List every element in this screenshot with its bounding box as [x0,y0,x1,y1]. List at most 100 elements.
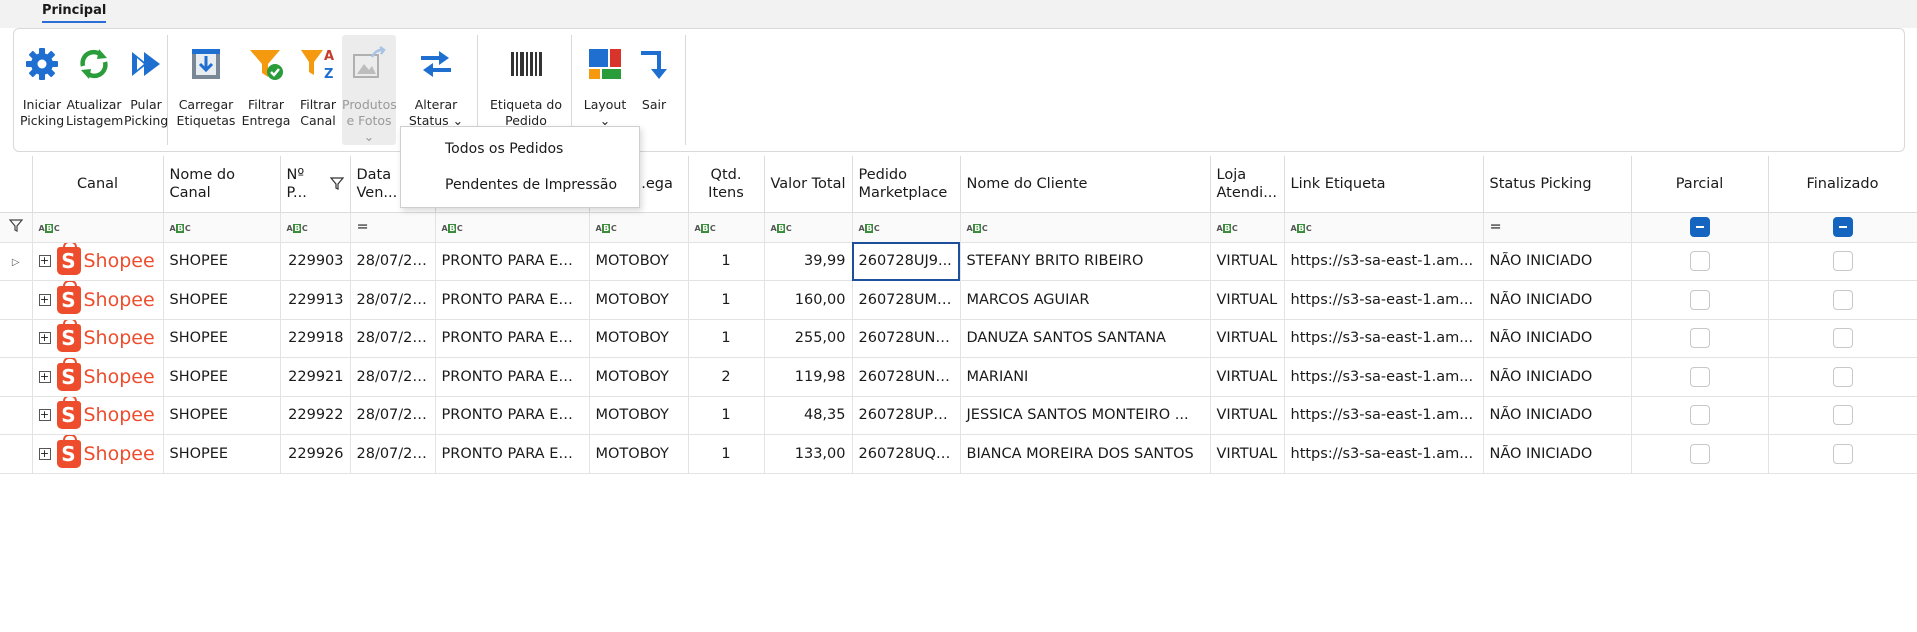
cell-qtd[interactable]: 1 [688,319,765,358]
cell-cliente[interactable]: DANUZA SANTOS SANTANA [960,319,1211,358]
cell-finalizado[interactable] [1768,434,1917,474]
cell-canal-logo[interactable]: + S Shopee [32,357,164,397]
expand-icon[interactable]: + [38,370,51,383]
filter-valor[interactable]: ABC [764,212,853,243]
cell-qtd[interactable]: 1 [688,280,765,320]
cell-np[interactable]: 229926 [280,434,351,474]
cell-status[interactable]: PRONTO PARA EN... [435,280,590,320]
indeterminate-checkbox[interactable] [1689,217,1710,237]
cell-np[interactable]: 229913 [280,280,351,320]
cell-pedido[interactable]: 260728UMJ... [852,280,961,320]
filter-pedido[interactable]: ABC [852,212,961,243]
cell-data[interactable]: 28/07/2026 [350,242,436,281]
cell-nome-canal[interactable]: SHOPEE [163,434,281,474]
header-link[interactable]: Link Etiqueta [1284,156,1484,213]
finalizado-checkbox[interactable] [1832,289,1853,310]
cell-loja[interactable]: VIRTUAL [1210,357,1285,397]
cell-picking[interactable]: NÃO INICIADO [1483,280,1632,320]
header-valor[interactable]: Valor Total [764,156,853,213]
cell-entrega[interactable]: MOTOBOY [589,280,689,320]
filter-qtd[interactable]: ABC [688,212,765,243]
cell-pedido[interactable]: 260728UPC... [852,396,961,435]
parcial-checkbox[interactable] [1689,289,1710,310]
cell-loja[interactable]: VIRTUAL [1210,319,1285,358]
cell-parcial[interactable] [1631,242,1769,281]
filter-canal[interactable]: ABC [32,212,164,243]
expand-icon[interactable]: + [38,447,51,460]
column-filter-icon[interactable] [329,176,344,190]
cell-status[interactable]: PRONTO PARA EN... [435,434,590,474]
filtrar-canal-button[interactable]: A Z Filtrar Canal [296,35,340,145]
filter-finalizado[interactable] [1768,212,1917,243]
cell-entrega[interactable]: MOTOBOY [589,357,689,397]
cell-finalizado[interactable] [1768,280,1917,320]
menu-item-pendentes-impressao[interactable]: Pendentes de Impressão [401,167,639,203]
cell-finalizado[interactable] [1768,357,1917,397]
header-parcial[interactable]: Parcial [1631,156,1769,213]
carregar-etiquetas-button[interactable]: Carregar Etiquetas [176,35,236,145]
atualizar-listagem-button[interactable]: Atualizar Listagem [66,35,123,145]
cell-data[interactable]: 28/07/2026 [350,396,436,435]
cell-qtd[interactable]: 1 [688,434,765,474]
cell-canal-logo[interactable]: + S Shopee [32,242,164,281]
filter-data[interactable]: = [350,212,436,243]
cell-np[interactable]: 229918 [280,319,351,358]
filter-status[interactable]: ABC [435,212,590,243]
table-row[interactable]: + S Shopee SHOPEE 229918 28/07/2026 PRONTO PAR… [0,319,1917,358]
cell-cliente[interactable]: BIANCA MOREIRA DOS SANTOS [960,434,1211,474]
filtrar-entrega-button[interactable]: Filtrar Entrega [238,35,294,145]
cell-canal-logo[interactable]: + S Shopee [32,319,164,358]
cell-finalizado[interactable] [1768,242,1917,281]
cell-entrega[interactable]: MOTOBOY [589,396,689,435]
cell-canal-logo[interactable]: + S Shopee [32,434,164,474]
cell-cliente[interactable]: MARIANI [960,357,1211,397]
cell-pedido[interactable]: 260728UNH... [852,319,961,358]
cell-entrega[interactable]: MOTOBOY [589,242,689,281]
cell-qtd[interactable]: 1 [688,242,765,281]
tab-principal[interactable]: Principal [42,3,107,23]
header-np[interactable]: Nº P... [280,156,351,213]
cell-valor[interactable]: 39,99 [764,242,853,281]
cell-nome-canal[interactable]: SHOPEE [163,357,281,397]
cell-loja[interactable]: VIRTUAL [1210,280,1285,320]
cell-link[interactable]: https://s3-sa-east-1.am... [1284,357,1484,397]
finalizado-checkbox[interactable] [1832,443,1853,464]
header-cliente[interactable]: Nome do Cliente [960,156,1211,213]
cell-cliente[interactable]: JESSICA SANTOS MONTEIRO ... [960,396,1211,435]
cell-entrega[interactable]: MOTOBOY [589,319,689,358]
cell-nome-canal[interactable]: SHOPEE [163,280,281,320]
cell-link[interactable]: https://s3-sa-east-1.am... [1284,280,1484,320]
expand-icon[interactable]: + [38,293,51,306]
table-row[interactable]: + S Shopee SHOPEE 229921 28/07/2026 PRONTO PAR… [0,357,1917,397]
filter-parcial[interactable] [1631,212,1769,243]
cell-status[interactable]: PRONTO PARA EN... [435,319,590,358]
cell-finalizado[interactable] [1768,396,1917,435]
cell-link[interactable]: https://s3-sa-east-1.am... [1284,396,1484,435]
finalizado-checkbox[interactable] [1832,366,1853,387]
parcial-checkbox[interactable] [1689,443,1710,464]
cell-data[interactable]: 28/07/2026 [350,434,436,474]
expand-icon[interactable]: + [38,409,51,422]
finalizado-checkbox[interactable] [1832,328,1853,349]
filter-nome-canal[interactable]: ABC [163,212,281,243]
cell-status[interactable]: PRONTO PARA EN... [435,357,590,397]
cell-valor[interactable]: 119,98 [764,357,853,397]
cell-picking[interactable]: NÃO INICIADO [1483,319,1632,358]
cell-entrega[interactable]: MOTOBOY [589,434,689,474]
cell-nome-canal[interactable]: SHOPEE [163,242,281,281]
filter-cliente[interactable]: ABC [960,212,1211,243]
finalizado-checkbox[interactable] [1832,251,1853,272]
cell-status[interactable]: PRONTO PARA EN... [435,396,590,435]
parcial-checkbox[interactable] [1689,251,1710,272]
finalizado-checkbox[interactable] [1832,405,1853,426]
cell-parcial[interactable] [1631,280,1769,320]
table-row[interactable]: + S Shopee SHOPEE 229913 28/07/2026 PRONTO PAR… [0,280,1917,320]
cell-picking[interactable]: NÃO INICIADO [1483,242,1632,281]
indeterminate-checkbox[interactable] [1832,217,1853,237]
cell-data[interactable]: 28/07/2026 [350,357,436,397]
menu-item-todos-pedidos[interactable]: Todos os Pedidos [401,131,639,167]
header-finalizado[interactable]: Finalizado [1768,156,1917,213]
cell-qtd[interactable]: 1 [688,396,765,435]
cell-pedido[interactable]: 260728UNS... [852,357,961,397]
cell-picking[interactable]: NÃO INICIADO [1483,396,1632,435]
